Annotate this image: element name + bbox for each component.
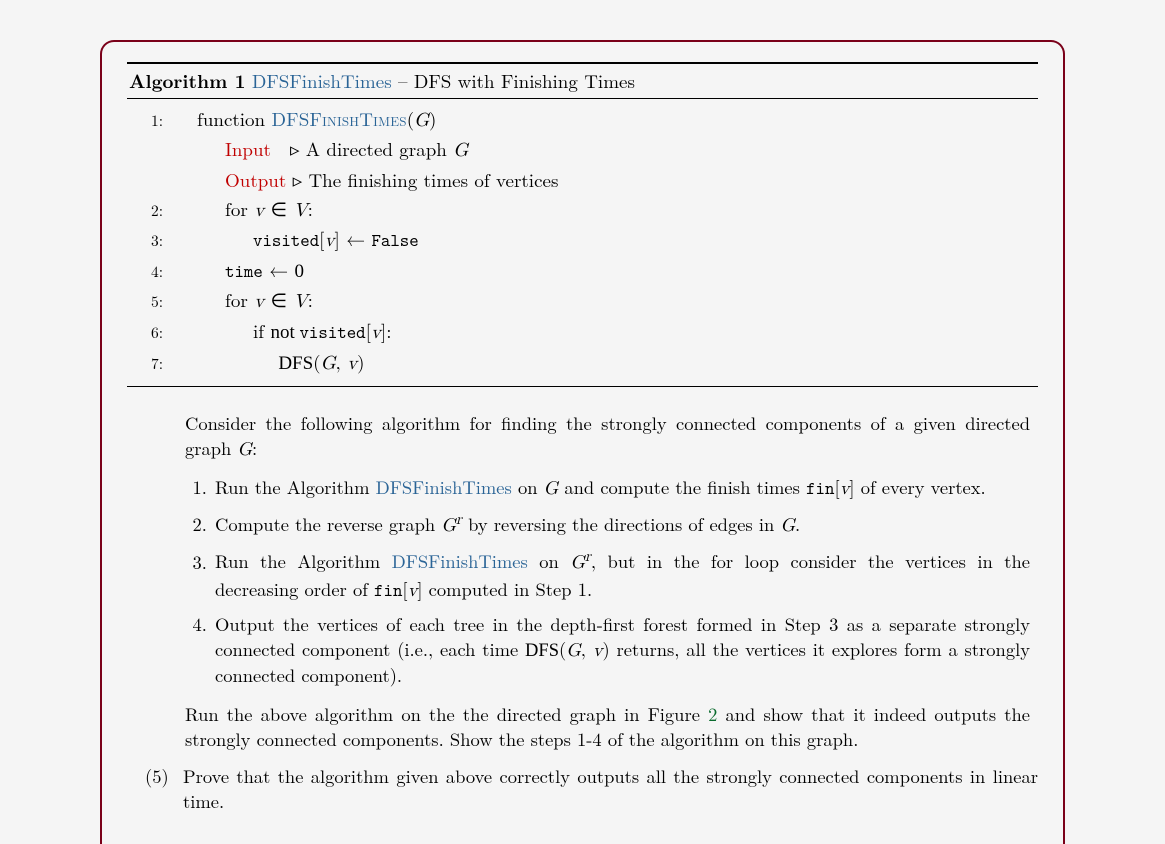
tail-paragraph: Run the above algorithm on the the direc… bbox=[185, 702, 1030, 752]
step-1: Run the Algorithm DFSFinishTimes on G an… bbox=[213, 475, 1030, 502]
alg-line-5: 5: for v ∈ V: bbox=[127, 286, 1038, 317]
line-number: 5: bbox=[127, 292, 163, 313]
algorithm-name-link[interactable]: DFSFinishTimes bbox=[252, 67, 392, 94]
dfs-link[interactable]: DFSFinishTimes bbox=[392, 549, 528, 575]
alg-line-7: 7: DFS(G, v) bbox=[127, 348, 1038, 379]
algorithm-body: 1: function DFSFinishTimes(G) Input ▹ A … bbox=[127, 99, 1038, 388]
steps-list: Run the Algorithm DFSFinishTimes on G an… bbox=[185, 475, 1030, 688]
alg-code: DFS(G, v) bbox=[169, 349, 365, 377]
alg-line-4: 4: time ← 0 bbox=[127, 256, 1038, 287]
page: Algorithm 1 DFSFinishTimes – DFS with Fi… bbox=[0, 0, 1165, 820]
line-number: 4: bbox=[127, 262, 163, 283]
step-2: Compute the reverse graph Gr by reversin… bbox=[213, 510, 1030, 539]
question-5: (5) Prove that the algorithm given above… bbox=[127, 764, 1038, 814]
triangle-icon: ▹ bbox=[293, 166, 303, 193]
question-body: Prove that the algorithm given above cor… bbox=[183, 764, 1038, 814]
alg-line-2: 2: for v ∈ V: bbox=[127, 195, 1038, 226]
line-number: 3: bbox=[127, 231, 163, 252]
line-number: 2: bbox=[127, 201, 163, 222]
alg-code: time ← 0 bbox=[169, 257, 304, 285]
intro-paragraph: Consider the following algorithm for fin… bbox=[185, 411, 1030, 463]
step-3: Run the Algorithm DFSFinishTimes on Gr, … bbox=[213, 547, 1030, 603]
alg-code: function DFSFinishTimes(G) bbox=[169, 106, 436, 134]
algorithm-header: Algorithm 1 DFSFinishTimes – DFS with Fi… bbox=[127, 62, 1038, 99]
dfs-link[interactable]: DFSFinishTimes bbox=[376, 474, 512, 500]
figure-link[interactable]: 2 bbox=[708, 701, 717, 727]
algorithm-subtitle: – DFS with Finishing Times bbox=[392, 67, 635, 94]
alg-line-output: Output ▹ The finishing times of vertices bbox=[127, 166, 1038, 195]
step-4: Output the vertices of each tree in the … bbox=[213, 612, 1030, 689]
question-number: (5) bbox=[145, 764, 183, 814]
alg-line-input: Input ▹ A directed graph G bbox=[127, 135, 1038, 166]
alg-line-1: 1: function DFSFinishTimes(G) bbox=[127, 105, 1038, 136]
alg-code: Input ▹ A directed graph G bbox=[169, 136, 468, 164]
content-frame: Algorithm 1 DFSFinishTimes – DFS with Fi… bbox=[100, 40, 1065, 844]
output-label: Output bbox=[225, 166, 286, 193]
algorithm-label: Algorithm 1 bbox=[129, 66, 246, 94]
func-name: DFSFinishTimes bbox=[271, 105, 406, 132]
input-label: Input bbox=[225, 135, 271, 162]
alg-code: for v ∈ V: bbox=[169, 287, 313, 315]
alg-code: Output ▹ The finishing times of vertices bbox=[169, 167, 558, 193]
alg-code: if not visited[v]: bbox=[169, 318, 392, 346]
alg-code: visited[v] ← False bbox=[169, 226, 419, 254]
alg-line-6: 6: if not visited[v]: bbox=[127, 317, 1038, 348]
line-number: 7: bbox=[127, 354, 163, 375]
alg-code: for v ∈ V: bbox=[169, 196, 313, 224]
line-number: 1: bbox=[127, 111, 163, 132]
alg-line-3: 3: visited[v] ← False bbox=[127, 225, 1038, 256]
narrative: Consider the following algorithm for fin… bbox=[127, 411, 1038, 752]
line-number: 6: bbox=[127, 323, 163, 344]
